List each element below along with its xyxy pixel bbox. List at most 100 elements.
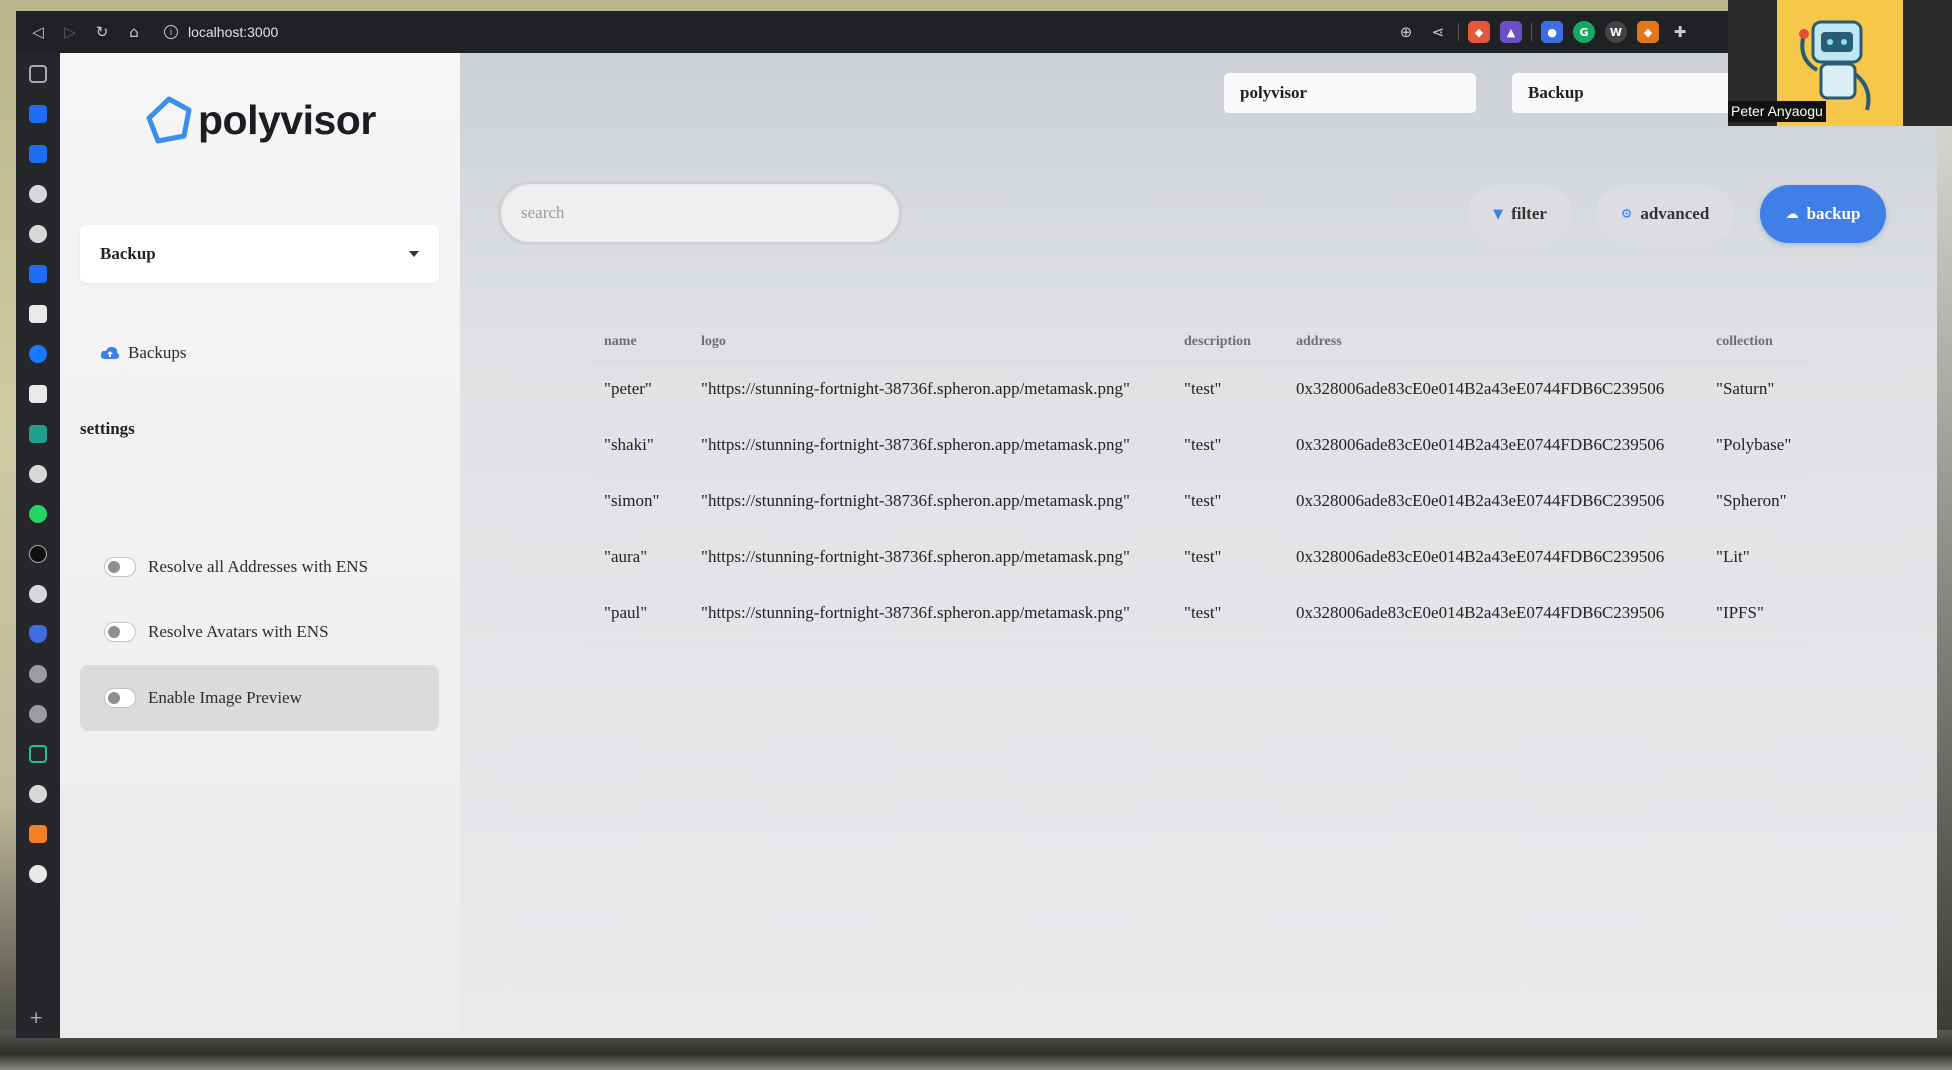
brave-rewards-icon[interactable]: ▲: [1500, 21, 1522, 43]
app-icon[interactable]: [29, 385, 47, 403]
setting-label: Enable Image Preview: [148, 688, 302, 707]
toggle-switch[interactable]: [104, 688, 136, 708]
vscode-icon[interactable]: [29, 145, 47, 163]
polyvisor-logo-icon: [146, 96, 192, 144]
metamask-icon[interactable]: ◆: [1637, 21, 1659, 43]
column-header-description[interactable]: description: [1168, 323, 1280, 362]
globe-icon[interactable]: [29, 665, 47, 683]
backup-label: backup: [1806, 204, 1861, 223]
data-table: name logo description address collection…: [588, 323, 1808, 642]
forward-icon[interactable]: ▷: [54, 16, 86, 48]
sidebar-toggle-icon[interactable]: [29, 65, 47, 83]
cell-logo: "https://stunning-fortnight-38736f.spher…: [685, 417, 1168, 474]
setting-resolve-addresses[interactable]: Resolve all Addresses with ENS: [80, 535, 439, 599]
vscode-icon[interactable]: [29, 105, 47, 123]
table-row[interactable]: "simon" "https://stunning-fortnight-3873…: [588, 473, 1808, 530]
app-icon[interactable]: [29, 305, 47, 323]
filter-icon: ▼: [1493, 206, 1504, 222]
address-bar[interactable]: i localhost:3000: [164, 17, 1390, 47]
cell-collection: "Lit": [1700, 529, 1808, 586]
extension-w-icon[interactable]: W: [1605, 21, 1627, 43]
reload-icon[interactable]: ↻: [86, 16, 118, 48]
extension-icon[interactable]: ●: [1541, 21, 1563, 43]
vscode-icon[interactable]: [29, 265, 47, 283]
logo-text: polyvisor: [198, 96, 376, 143]
app-sidebar: polyvisor Backup Backups settings Resolv…: [60, 53, 460, 1038]
setting-image-preview[interactable]: Enable Image Preview: [80, 665, 439, 731]
webcam-overlay: Peter Anyaogu: [1728, 0, 1952, 126]
cell-name: "shaki": [588, 417, 685, 474]
github-icon[interactable]: [29, 225, 47, 243]
url-text: localhost:3000: [188, 24, 279, 40]
filter-label: filter: [1511, 204, 1547, 223]
backup-button[interactable]: ☁ backup: [1760, 185, 1886, 243]
setting-resolve-avatars[interactable]: Resolve Avatars with ENS: [80, 600, 439, 664]
desktop-background-edge: [1937, 120, 1952, 1030]
browser-window: ◁ ▷ ↻ ⌂ i localhost:3000 ⊕ ⋖ ◆ ▲ ● G W ◆…: [16, 11, 1937, 1038]
project-select[interactable]: polyvisor: [1224, 73, 1476, 113]
column-header-name[interactable]: name: [588, 323, 685, 362]
browser-toolbar: ◁ ▷ ↻ ⌂ i localhost:3000 ⊕ ⋖ ◆ ▲ ● G W ◆…: [16, 11, 1937, 53]
github-icon[interactable]: [29, 465, 47, 483]
app-icon[interactable]: [29, 745, 47, 763]
stackoverflow-icon[interactable]: [29, 825, 47, 843]
advanced-button[interactable]: ⚙ advanced: [1596, 185, 1734, 243]
caret-down-icon: [409, 251, 419, 257]
table-row[interactable]: "aura" "https://stunning-fortnight-38736…: [588, 529, 1808, 586]
search-input[interactable]: [498, 181, 902, 245]
globe-icon[interactable]: [29, 705, 47, 723]
column-header-collection[interactable]: collection: [1700, 323, 1808, 362]
cell-logo: "https://stunning-fortnight-38736f.spher…: [685, 585, 1168, 642]
grammarly-icon[interactable]: G: [1573, 21, 1595, 43]
share-icon[interactable]: ⋖: [1422, 16, 1454, 48]
messenger-icon[interactable]: [29, 345, 47, 363]
section-select-value: Backup: [100, 244, 156, 263]
column-header-logo[interactable]: logo: [685, 323, 1168, 362]
section-select[interactable]: Backup: [80, 225, 439, 283]
toggle-switch[interactable]: [104, 557, 136, 577]
chatgpt-icon[interactable]: [29, 425, 47, 443]
mode-select[interactable]: Backup: [1512, 73, 1742, 113]
logo[interactable]: polyvisor: [144, 96, 376, 144]
cell-name: "aura": [588, 529, 685, 586]
sidebar-item-backups[interactable]: Backups: [100, 343, 187, 363]
cell-description: "test": [1168, 473, 1280, 530]
app-icon[interactable]: [29, 865, 47, 883]
cell-name: "paul": [588, 585, 685, 642]
brave-shield-icon[interactable]: ◆: [1468, 21, 1490, 43]
toolbar-divider: [1531, 23, 1532, 41]
cell-address: 0x328006ade83cE0e014B2a43eE0744FDB6C2395…: [1280, 361, 1700, 418]
github-icon[interactable]: [29, 585, 47, 603]
github-icon[interactable]: [29, 185, 47, 203]
toggle-switch[interactable]: [104, 622, 136, 642]
cell-name: "peter": [588, 361, 685, 418]
browser-sidebar: +: [16, 53, 60, 1038]
settings-heading: settings: [80, 419, 135, 438]
add-panel-icon[interactable]: +: [29, 1008, 43, 1028]
shield-icon[interactable]: [29, 625, 47, 643]
table-row[interactable]: "peter" "https://stunning-fortnight-3873…: [588, 361, 1808, 418]
setting-label: Resolve Avatars with ENS: [148, 622, 329, 641]
cell-name: "simon": [588, 473, 685, 530]
globe-icon[interactable]: [29, 785, 47, 803]
advanced-label: advanced: [1640, 204, 1710, 223]
site-info-icon[interactable]: i: [164, 25, 178, 39]
extensions-puzzle-icon[interactable]: ✚: [1664, 16, 1696, 48]
cell-address: 0x328006ade83cE0e014B2a43eE0744FDB6C2395…: [1280, 417, 1700, 474]
notion-icon[interactable]: [29, 545, 47, 563]
webcam-name-label: Peter Anyaogu: [1728, 101, 1826, 122]
table-row[interactable]: "paul" "https://stunning-fortnight-38736…: [588, 585, 1808, 642]
cell-address: 0x328006ade83cE0e014B2a43eE0744FDB6C2395…: [1280, 473, 1700, 530]
whatsapp-icon[interactable]: [29, 505, 47, 523]
toolbar-divider: [1458, 23, 1459, 41]
filter-button[interactable]: ▼ filter: [1468, 185, 1572, 243]
zoom-icon[interactable]: ⊕: [1390, 16, 1422, 48]
home-icon[interactable]: ⌂: [118, 16, 150, 48]
back-icon[interactable]: ◁: [22, 16, 54, 48]
toggle-knob: [108, 561, 120, 573]
web-page: polyvisor Backup Backups settings Resolv…: [60, 53, 1937, 1038]
cloud-upload-icon: [100, 346, 120, 359]
cell-address: 0x328006ade83cE0e014B2a43eE0744FDB6C2395…: [1280, 529, 1700, 586]
column-header-address[interactable]: address: [1280, 323, 1700, 362]
table-row[interactable]: "shaki" "https://stunning-fortnight-3873…: [588, 417, 1808, 474]
